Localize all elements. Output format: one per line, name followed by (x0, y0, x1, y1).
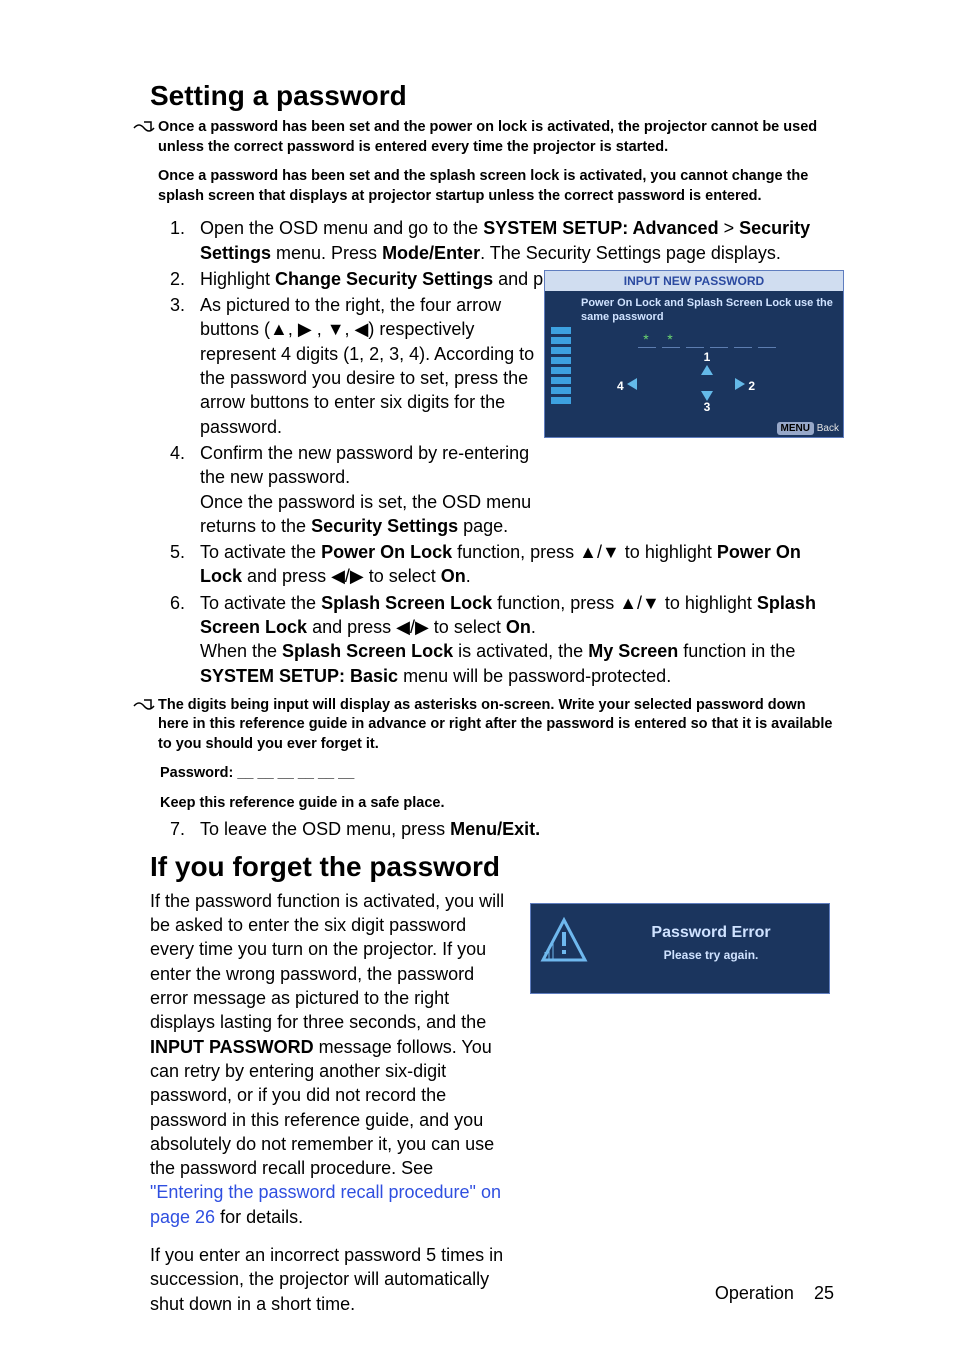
chevron-right-icon (735, 378, 745, 390)
osd-error-sub: Please try again. (601, 948, 821, 962)
heading-setting-password: Setting a password (150, 80, 834, 112)
note-text-2: The digits being input will display as a… (158, 696, 834, 755)
step-6: To activate the Splash Screen Lock funct… (190, 591, 834, 688)
note-text-1a: Once a password has been set and the pow… (158, 118, 834, 157)
osd-dpad: 1 4 2 3 (581, 350, 833, 410)
osd-title: INPUT NEW PASSWORD (545, 271, 843, 291)
note-icon (130, 696, 158, 755)
forget-para-1: If the password function is activated, y… (150, 889, 510, 1229)
osd-line1: Power On Lock and Splash Screen Lock use… (581, 297, 833, 325)
osd-panel-input-password: INPUT NEW PASSWORD Power On Lock and Spl… (544, 270, 844, 438)
sidebar-stripes-icon (551, 327, 571, 405)
heading-forget-password: If you forget the password (150, 851, 834, 883)
step-1: Open the OSD menu and go to the SYSTEM S… (190, 216, 834, 265)
link-password-recall[interactable]: "Entering the password recall procedure"… (150, 1182, 501, 1226)
note-block-2: The digits being input will display as a… (130, 696, 834, 755)
osd-password-slots: ** (581, 331, 833, 348)
chevron-left-icon (627, 378, 637, 390)
osd-back-hint: MENU Back (777, 423, 839, 434)
note-block-1: Once a password has been set and the pow… (130, 118, 834, 206)
password-blank-line: Password: __ __ __ __ __ __ (160, 765, 834, 781)
safe-place-line: Keep this reference guide in a safe plac… (160, 795, 834, 811)
step-5: To activate the Power On Lock function, … (190, 540, 834, 589)
step-4: Confirm the new password by re-entering … (190, 441, 834, 538)
chevron-up-icon (701, 365, 713, 375)
step-7: To leave the OSD menu, press Menu/Exit. (190, 817, 834, 841)
warning-icon (539, 916, 589, 971)
osd-panel-password-error: Password Error Please try again. (530, 903, 830, 994)
note-text-1b: Once a password has been set and the spl… (158, 167, 834, 206)
page-footer: Operation 25 (715, 1283, 834, 1304)
osd-error-title: Password Error (601, 924, 821, 942)
note-icon (130, 118, 158, 206)
forget-para-2: If you enter an incorrect password 5 tim… (150, 1243, 510, 1316)
